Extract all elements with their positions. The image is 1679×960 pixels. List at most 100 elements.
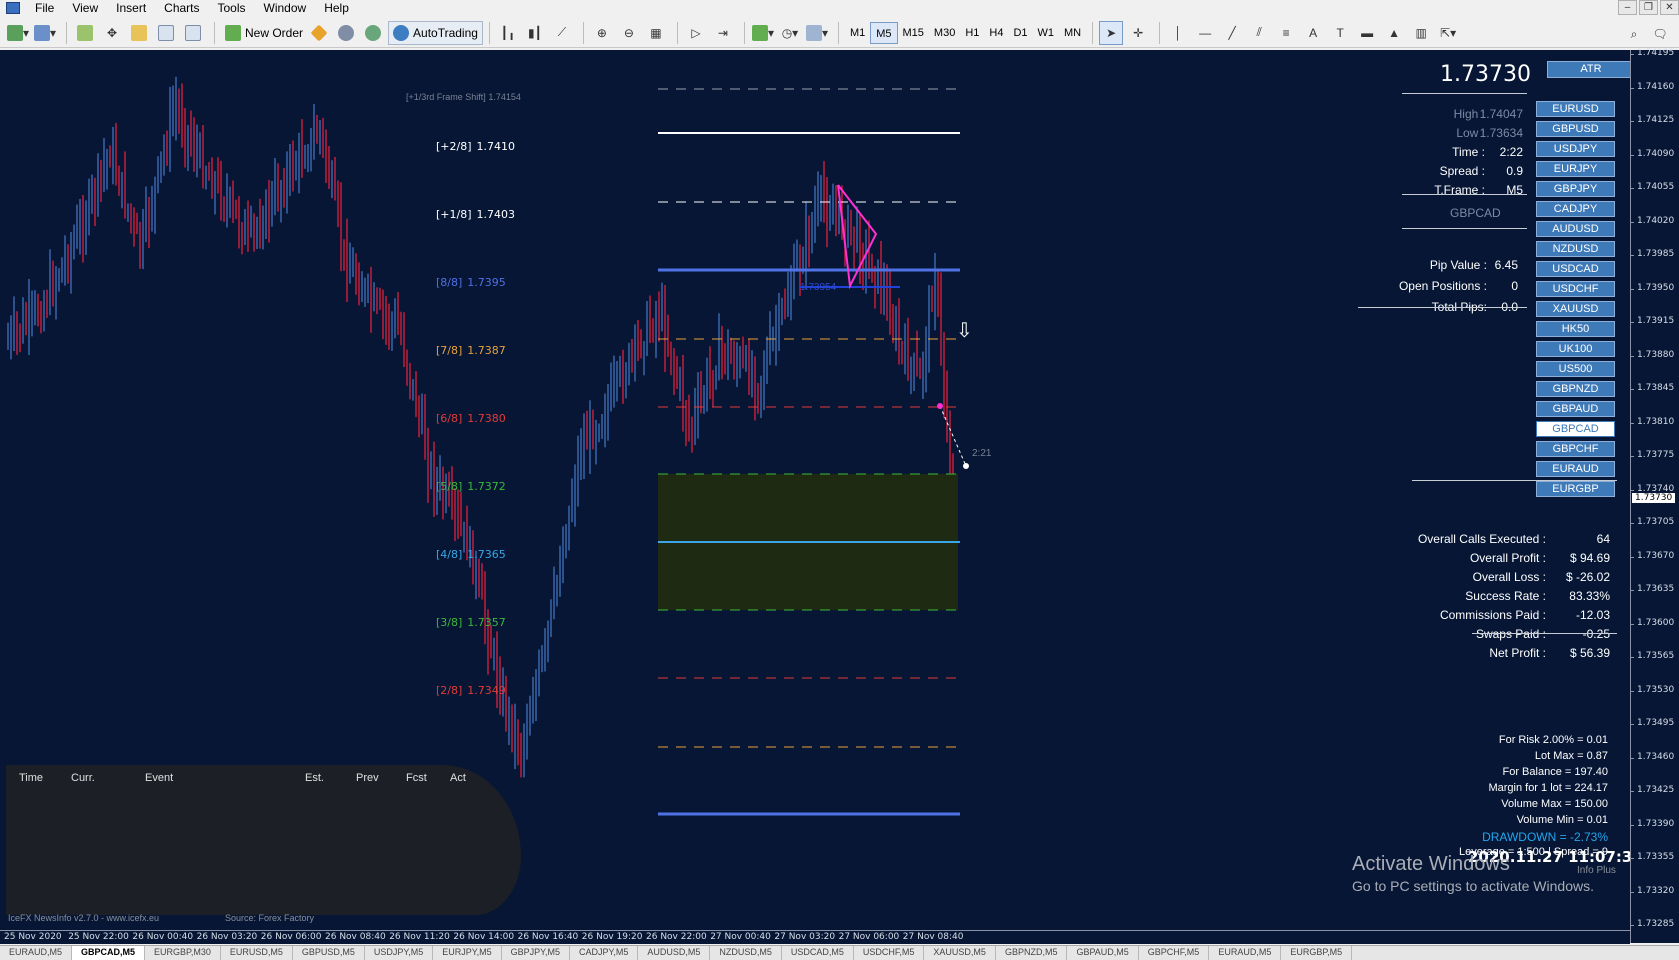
- chart-tab[interactable]: AUDUSD,M5: [638, 946, 711, 960]
- chart-tab[interactable]: USDJPY,M5: [365, 946, 434, 960]
- timeframe-mn[interactable]: MN: [1059, 22, 1086, 44]
- timeframe-m1[interactable]: M1: [845, 22, 870, 44]
- chart-tab[interactable]: USDCAD,M5: [782, 946, 854, 960]
- symbol-button-gbpnzd[interactable]: GBPNZD: [1536, 381, 1615, 397]
- triangle-icon[interactable]: ▲: [1382, 21, 1406, 45]
- tester-icon[interactable]: [154, 21, 178, 45]
- chart-tab[interactable]: GBPJPY,M5: [502, 946, 570, 960]
- menu-file[interactable]: File: [26, 0, 63, 16]
- symbol-button-eurjpy[interactable]: EURJPY: [1536, 161, 1615, 177]
- fibo-icon[interactable]: ≡: [1274, 21, 1298, 45]
- symbol-button-cadjpy[interactable]: CADJPY: [1536, 201, 1615, 217]
- new-chart-icon[interactable]: ▾: [6, 21, 30, 45]
- chart-tab[interactable]: EURUSD,M5: [221, 946, 293, 960]
- autoscroll-icon[interactable]: ▷: [684, 21, 708, 45]
- text-icon[interactable]: A: [1301, 21, 1325, 45]
- metaeditor-icon[interactable]: [307, 21, 331, 45]
- chat-icon[interactable]: 🗨: [1648, 22, 1672, 46]
- time-axis[interactable]: 25 Nov 2020 25 Nov 22:00 26 Nov 00:40 26 No…: [0, 930, 1630, 944]
- menu-view[interactable]: View: [63, 0, 107, 16]
- autotrading-button[interactable]: AutoTrading: [388, 20, 483, 45]
- chart-tab[interactable]: GBPUSD,M5: [293, 946, 365, 960]
- navigator-icon[interactable]: ✥: [100, 21, 124, 45]
- indicators-icon[interactable]: ▾: [751, 21, 775, 45]
- templates-icon[interactable]: ▾: [805, 21, 829, 45]
- minimize-icon[interactable]: –: [1618, 0, 1637, 15]
- timeframe-w1[interactable]: W1: [1033, 22, 1060, 44]
- bar-chart-icon[interactable]: ┃╻: [496, 21, 520, 45]
- chart-tab[interactable]: XAUUSD,M5: [924, 946, 996, 960]
- restore-icon[interactable]: ❐: [1639, 0, 1658, 15]
- timeframe-m30[interactable]: M30: [929, 22, 960, 44]
- symbol-button-gbpaud[interactable]: GBPAUD: [1536, 401, 1615, 417]
- terminal-icon[interactable]: [127, 21, 151, 45]
- chart-tab[interactable]: EURAUD,M5: [0, 946, 73, 960]
- tile-icon[interactable]: ▦: [644, 21, 668, 45]
- market-watch-icon[interactable]: [73, 21, 97, 45]
- symbol-button-xauusd[interactable]: XAUUSD: [1536, 301, 1615, 317]
- symbol-button-us500[interactable]: US500: [1536, 361, 1615, 377]
- zoom-in-icon[interactable]: ⊕: [590, 21, 614, 45]
- chart-tab[interactable]: NZDUSD,M5: [710, 946, 782, 960]
- symbol-button-usdchf[interactable]: USDCHF: [1536, 281, 1615, 297]
- horizontal-line-icon[interactable]: —: [1193, 21, 1217, 45]
- arrows-icon[interactable]: ⇱▾: [1436, 21, 1460, 45]
- symbol-button-hk50[interactable]: HK50: [1536, 321, 1615, 337]
- symbol-button-usdjpy[interactable]: USDJPY: [1536, 141, 1615, 157]
- periods-icon[interactable]: ◷▾: [778, 21, 802, 45]
- chart-shift-icon[interactable]: ⇥: [711, 21, 735, 45]
- symbol-button-gbpchf[interactable]: GBPCHF: [1536, 441, 1615, 457]
- price-axis[interactable]: 1.74195 1.74160 1.74125 1.74090 1.74055 1.740…: [1629, 48, 1679, 943]
- timeframe-d1[interactable]: D1: [1008, 22, 1032, 44]
- new-order-button[interactable]: New Order: [221, 21, 307, 45]
- symbol-button-gbpjpy[interactable]: GBPJPY: [1536, 181, 1615, 197]
- menu-tools[interactable]: Tools: [209, 0, 255, 16]
- chart-tab[interactable]: EURGBP,M5: [1281, 946, 1353, 960]
- cycle-lines-icon[interactable]: ▥: [1409, 21, 1433, 45]
- chart-tab[interactable]: CADJPY,M5: [570, 946, 639, 960]
- chart-tab[interactable]: EURAUD,M5: [1209, 946, 1282, 960]
- close-icon[interactable]: ✕: [1660, 0, 1679, 15]
- chart-tab[interactable]: EURJPY,M5: [433, 946, 502, 960]
- crosshair-icon[interactable]: ✛: [1126, 21, 1150, 45]
- symbol-button-euraud[interactable]: EURAUD: [1536, 461, 1615, 477]
- market-icon[interactable]: [361, 21, 385, 45]
- symbol-button-usdcad[interactable]: USDCAD: [1536, 261, 1615, 277]
- price-chart[interactable]: [+2/8] 1.7410 [+1/8] 1.7403 [8/8] 1.7395 [7/8]…: [0, 50, 1630, 943]
- symbol-button-gbpusd[interactable]: GBPUSD: [1536, 121, 1615, 137]
- symbol-button-audusd[interactable]: AUDUSD: [1536, 221, 1615, 237]
- symbol-button-gbpcad[interactable]: GBPCAD: [1536, 421, 1615, 437]
- cursor-icon[interactable]: ➤: [1099, 20, 1124, 45]
- chart-tab[interactable]: USDCHF,M5: [854, 946, 925, 960]
- chart-tab[interactable]: EURGBP,M30: [145, 946, 221, 960]
- zoom-out-icon[interactable]: ⊖: [617, 21, 641, 45]
- timeframe-h1[interactable]: H1: [960, 22, 984, 44]
- signals-icon[interactable]: [334, 21, 358, 45]
- chart-tab[interactable]: GBPNZD,M5: [996, 946, 1068, 960]
- label-icon[interactable]: T: [1328, 21, 1352, 45]
- atr-button[interactable]: ATR: [1547, 61, 1630, 78]
- menu-window[interactable]: Window: [255, 0, 316, 16]
- timeframe-m15[interactable]: M15: [898, 22, 929, 44]
- symbol-button-eurgbp[interactable]: EURGBP: [1536, 481, 1615, 497]
- symbol-button-nzdusd[interactable]: NZDUSD: [1536, 241, 1615, 257]
- timeframe-m5[interactable]: M5: [870, 21, 898, 44]
- menu-insert[interactable]: Insert: [107, 0, 155, 16]
- strategy-icon[interactable]: [181, 21, 205, 45]
- profiles-icon[interactable]: ▾: [33, 21, 57, 45]
- chart-tab[interactable]: GBPAUD,M5: [1067, 946, 1139, 960]
- vertical-line-icon[interactable]: │: [1166, 21, 1190, 45]
- rectangle-icon[interactable]: ▬: [1355, 21, 1379, 45]
- trendline-icon[interactable]: ╱: [1220, 21, 1244, 45]
- candlestick-icon[interactable]: ▮┃: [523, 21, 547, 45]
- symbol-button-eurusd[interactable]: EURUSD: [1536, 101, 1615, 117]
- menu-charts[interactable]: Charts: [155, 0, 208, 16]
- timeframe-h4[interactable]: H4: [984, 22, 1008, 44]
- line-chart-icon[interactable]: ⟋: [550, 21, 574, 45]
- search-icon[interactable]: ⌕: [1622, 22, 1646, 46]
- channel-icon[interactable]: ⫽: [1247, 21, 1271, 45]
- chart-tab[interactable]: GBPCHF,M5: [1139, 946, 1210, 960]
- chart-tab[interactable]: GBPCAD,M5: [72, 946, 146, 960]
- symbol-button-uk100[interactable]: UK100: [1536, 341, 1615, 357]
- menu-help[interactable]: Help: [315, 0, 358, 16]
